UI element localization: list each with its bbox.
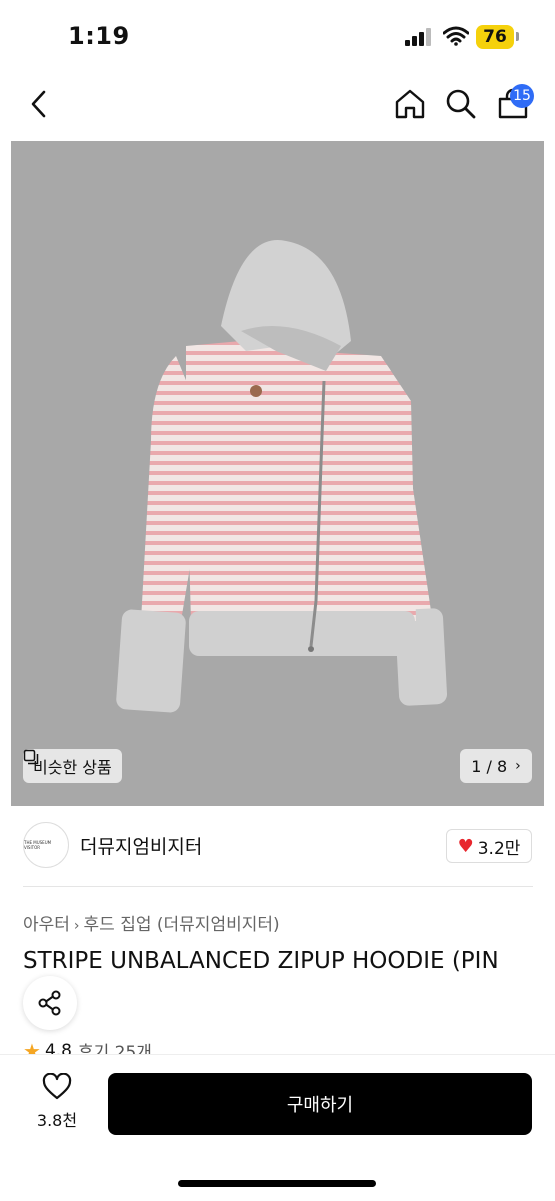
share-icon (38, 990, 61, 1016)
brand-like-button[interactable]: ♥ 3.2만 (446, 829, 532, 863)
brand-name[interactable]: 더뮤지엄비지터 (80, 832, 202, 859)
breadcrumb: 아우터 › 후드 집업 (더뮤지엄비지터) (23, 910, 280, 935)
image-pager[interactable]: 1 / 8 › (460, 749, 532, 783)
battery-tip (516, 32, 519, 41)
battery-indicator: 76 (476, 25, 514, 49)
search-icon[interactable] (443, 86, 479, 122)
home-icon[interactable] (392, 86, 428, 122)
buy-button[interactable]: 구매하기 (108, 1073, 532, 1135)
chevron-right-icon: › (73, 918, 80, 934)
brand-row[interactable]: THE MUSEUM VISITOR 더뮤지엄비지터 ♥ 3.2만 (23, 822, 533, 870)
hoodie-illustration (116, 240, 448, 713)
copy-icon (23, 749, 39, 765)
wishlist-button[interactable]: 3.8천 (28, 1072, 86, 1131)
bottom-action-bar: 3.8천 구매하기 (0, 1054, 555, 1201)
heart-outline-icon (42, 1072, 72, 1100)
nav-bar (0, 74, 555, 138)
divider (23, 886, 533, 887)
status-bar: 1:19 76 (0, 0, 555, 74)
brand-like-count: 3.2만 (477, 838, 521, 859)
chevron-right-icon: › (515, 758, 521, 774)
similar-products-label: 비슷한 상품 (33, 758, 112, 777)
back-icon[interactable] (22, 86, 58, 122)
share-button[interactable] (23, 976, 77, 1030)
status-time: 1:19 (68, 22, 130, 50)
breadcrumb-item[interactable]: 후드 집업 (더뮤지엄비지터) (84, 915, 280, 935)
breadcrumb-item[interactable]: 아우터 (23, 915, 70, 935)
similar-products-button[interactable]: 비슷한 상품 (23, 749, 122, 783)
brand-logo[interactable]: THE MUSEUM VISITOR (23, 822, 69, 868)
wishlist-count: 3.8천 (36, 1111, 78, 1130)
product-title: STRIPE UNBALANCED ZIPUP HOODIE (PIN (23, 948, 499, 974)
heart-icon: ♥ (457, 835, 474, 857)
pager-text: 1 / 8 (471, 756, 508, 776)
cart-count-badge: 15 (510, 84, 534, 108)
home-indicator (178, 1180, 376, 1187)
product-image[interactable]: 비슷한 상품 1 / 8 › (11, 141, 544, 806)
signal-icon (405, 28, 435, 46)
wifi-icon (442, 26, 470, 46)
